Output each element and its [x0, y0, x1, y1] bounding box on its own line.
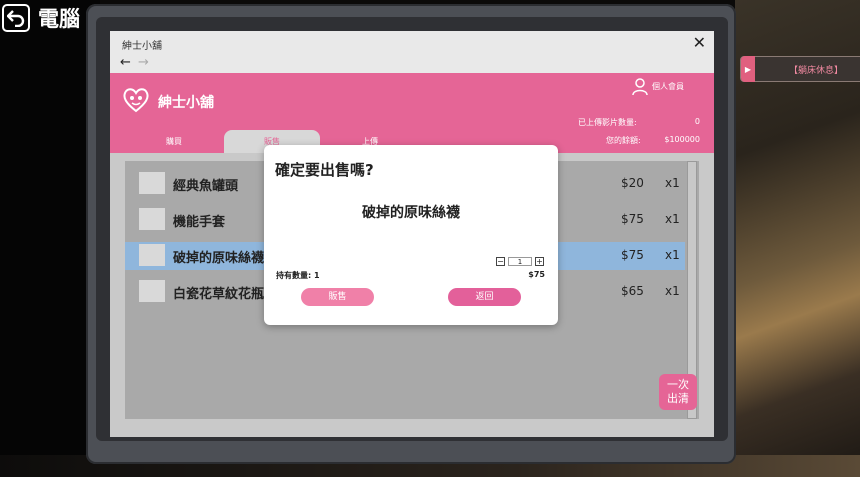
tab-buy[interactable]: 購買 [134, 130, 214, 153]
dialog-price: $75 [528, 270, 545, 279]
item-price: $65 [621, 284, 644, 298]
increment-button[interactable]: + [535, 256, 544, 266]
shop-name: 紳士小舖 [158, 95, 214, 111]
item-name: 機能手套 [173, 215, 226, 230]
sell-button[interactable]: 販售 [301, 288, 374, 306]
close-icon[interactable]: ✕ [693, 33, 706, 52]
user-icon[interactable] [632, 78, 648, 96]
item-thumbnail [139, 244, 165, 266]
notification-text: 【躺床休息】 [789, 65, 844, 76]
decrement-button[interactable]: − [496, 256, 505, 266]
heart-logo-icon [123, 88, 149, 113]
background-left [0, 0, 100, 477]
member-link[interactable]: 個人會員 [652, 81, 684, 92]
item-qty: x1 [665, 176, 680, 190]
uploaded-label: 已上傳影片數量: [578, 118, 637, 127]
item-name: 經典魚罐頭 [173, 179, 239, 194]
quantity-stepper: − 1 + [496, 255, 544, 267]
clear-all-label-line2: 出清 [667, 392, 689, 405]
uploaded-value: 0 [694, 117, 700, 126]
item-thumbnail [139, 172, 165, 194]
balance-value: $100000 [664, 135, 700, 144]
nav-bar: ← → [110, 55, 714, 73]
nav-back-icon[interactable]: ← [120, 55, 131, 70]
item-thumbnail [139, 280, 165, 302]
quantity-field[interactable]: 1 [508, 256, 532, 266]
item-price: $75 [621, 212, 644, 226]
return-button[interactable]: 返回 [448, 288, 521, 306]
confirm-sell-dialog: 確定要出售嗎? 破掉的原味絲襪 − 1 + 持有數量: 1 $75 販售 返回 [264, 145, 558, 325]
item-thumbnail [139, 208, 165, 230]
item-name: 白瓷花草紋花瓶 [173, 287, 265, 302]
screen-title: 電腦 [38, 7, 80, 31]
item-price: $20 [621, 176, 644, 190]
window-titlebar: 紳士小舖 ✕ [110, 31, 714, 56]
back-button[interactable] [2, 4, 30, 32]
window-title: 紳士小舖 [122, 41, 162, 52]
dialog-title: 確定要出售嗎? [275, 161, 374, 179]
clear-all-label-line1: 一次 [667, 378, 689, 391]
nav-forward-icon[interactable]: → [138, 55, 149, 70]
item-name: 破掉的原味絲襪 [173, 251, 265, 266]
owned-quantity: 持有數量: 1 [276, 271, 320, 280]
clear-all-button[interactable]: 一次 出清 [659, 374, 697, 410]
balance-label: 您的餘額: [606, 136, 641, 145]
notification-banner[interactable]: ▶ 【躺床休息】 [740, 56, 860, 82]
play-icon: ▶ [741, 56, 755, 82]
shop-header: 紳士小舖 個人會員 已上傳影片數量: 0 您的餘額: $100000 購買 販售… [110, 73, 714, 153]
item-qty: x1 [665, 212, 680, 226]
dialog-item-name: 破掉的原味絲襪 [362, 205, 460, 221]
item-qty: x1 [665, 284, 680, 298]
return-arrow-icon [7, 10, 25, 27]
item-qty: x1 [665, 248, 680, 262]
item-price: $75 [621, 248, 644, 262]
